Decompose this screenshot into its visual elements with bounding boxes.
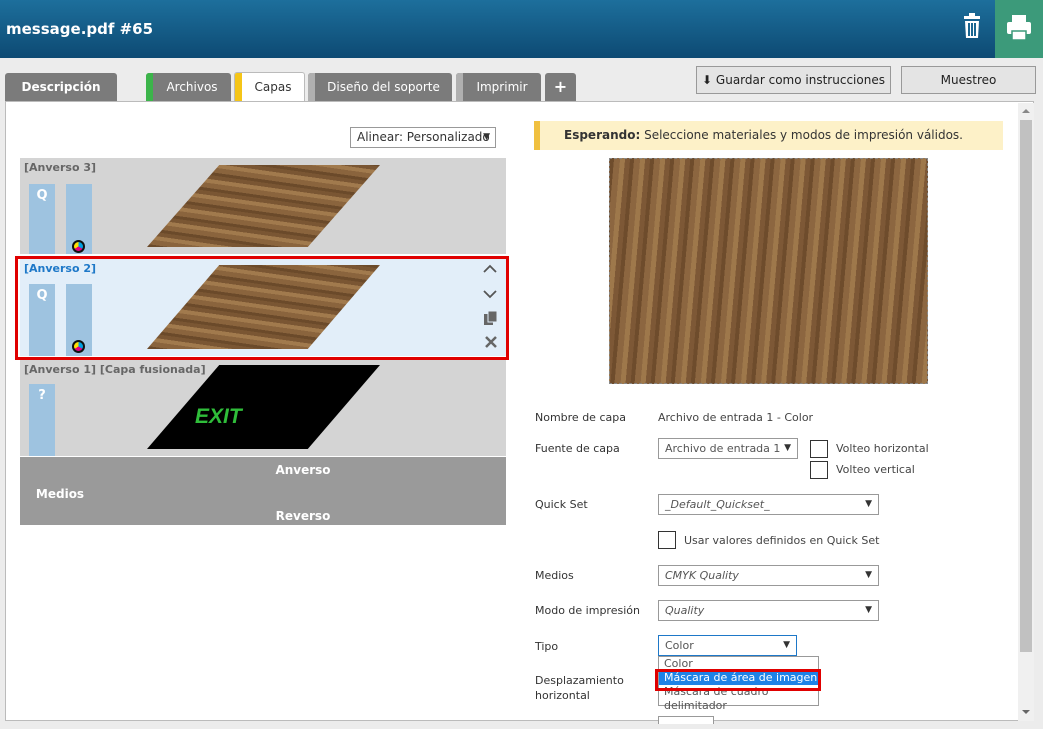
status-prefix: Esperando: bbox=[564, 128, 641, 142]
layer-bar-unknown: ? bbox=[29, 384, 55, 456]
media-back-label: Reverso bbox=[275, 509, 331, 523]
horizontal-offset-input[interactable] bbox=[658, 716, 714, 724]
print-mode-label: Modo de impresión bbox=[535, 604, 640, 617]
use-quickset-checkbox[interactable] bbox=[658, 531, 676, 549]
flip-horizontal-checkbox[interactable] bbox=[810, 440, 828, 458]
download-icon: ⬇ bbox=[702, 73, 713, 87]
type-label: Tipo bbox=[535, 640, 559, 653]
printer-icon bbox=[1007, 15, 1031, 41]
print-button[interactable] bbox=[995, 0, 1043, 58]
save-as-instructions-button[interactable]: ⬇ Guardar como instrucciones bbox=[696, 66, 891, 94]
document-title: message.pdf #65 bbox=[6, 20, 154, 38]
sample-button[interactable]: Muestreo bbox=[901, 66, 1036, 94]
align-select[interactable]: Alinear: Personalizado ▼ bbox=[350, 127, 496, 148]
add-tab-button[interactable]: + bbox=[545, 73, 576, 101]
dropdown-highlight-box bbox=[655, 669, 821, 691]
flip-horizontal-label: Volteo horizontal bbox=[836, 442, 929, 455]
layer-name: [Anverso 1] [Capa fusionada] bbox=[24, 363, 206, 376]
selected-layer-highlight bbox=[15, 256, 509, 360]
media-front-label: Anverso bbox=[275, 463, 331, 477]
layer-name-value: Archivo de entrada 1 - Color bbox=[658, 411, 814, 424]
tab-diseno-del-soporte[interactable]: Diseño del soporte bbox=[308, 73, 452, 101]
use-quickset-label: Usar valores definidos en Quick Set bbox=[684, 534, 880, 547]
layer-source-select[interactable]: Archivo de entrada 1 ▼ bbox=[658, 438, 798, 459]
media-label: Medios bbox=[35, 487, 85, 501]
flip-vertical-checkbox[interactable] bbox=[810, 461, 828, 479]
layer-name: [Anverso 3] bbox=[24, 161, 97, 174]
layer-anverso-3[interactable]: [Anverso 3] Q bbox=[20, 158, 506, 254]
status-banner: Esperando: Seleccione materiales y modos… bbox=[534, 121, 1003, 150]
scroll-up-icon[interactable] bbox=[1020, 106, 1032, 116]
exit-text: EXIT bbox=[195, 405, 242, 428]
status-message: Seleccione materiales y modos de impresi… bbox=[644, 128, 963, 142]
layer-anverso-1[interactable]: [Anverso 1] [Capa fusionada] ? EXIT bbox=[20, 360, 506, 456]
cmyk-icon bbox=[72, 240, 85, 253]
layer-thumbnail bbox=[147, 165, 380, 247]
horizontal-offset-label-line1: Desplazamiento bbox=[535, 674, 624, 687]
layer-source-label: Fuente de capa bbox=[535, 442, 620, 455]
layer-preview-image bbox=[609, 158, 928, 384]
layer-thumbnail: EXIT bbox=[147, 365, 380, 449]
quickset-label: Quick Set bbox=[535, 498, 588, 511]
tab-imprimir[interactable]: Imprimir bbox=[456, 73, 541, 101]
layer-bar-q: Q bbox=[29, 184, 55, 254]
media-field-label: Medios bbox=[535, 569, 574, 582]
quickset-select[interactable]: _Default_Quickset_ ▼ bbox=[658, 494, 879, 515]
print-mode-select[interactable]: Quality ▼ bbox=[658, 600, 879, 621]
trash-icon[interactable] bbox=[955, 10, 989, 46]
media-select[interactable]: CMYK Quality ▼ bbox=[658, 565, 879, 586]
tab-descripcion[interactable]: Descripción bbox=[5, 73, 117, 101]
scrollbar-thumb[interactable] bbox=[1020, 120, 1032, 652]
tab-archivos[interactable]: Archivos bbox=[146, 73, 231, 101]
flip-vertical-label: Volteo vertical bbox=[836, 463, 915, 476]
scroll-down-icon[interactable] bbox=[1020, 707, 1032, 717]
layer-name-label: Nombre de capa bbox=[535, 411, 626, 424]
horizontal-offset-label-line2: horizontal bbox=[535, 689, 590, 702]
media-row: Medios Anverso Reverso bbox=[20, 457, 506, 525]
title-bar: message.pdf #65 bbox=[0, 0, 1043, 58]
type-select[interactable]: Color ▼ bbox=[658, 635, 797, 656]
tab-capas[interactable]: Capas bbox=[234, 72, 305, 103]
